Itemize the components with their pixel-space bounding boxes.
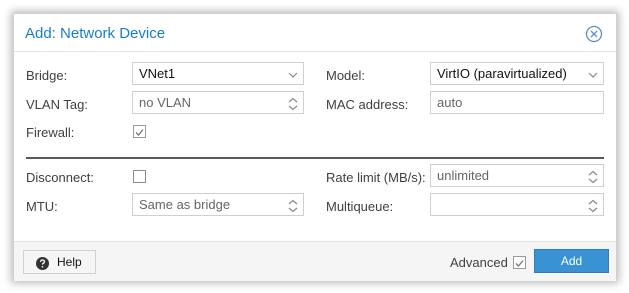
chevron-down-icon[interactable]	[587, 67, 599, 81]
help-button[interactable]: Help	[23, 250, 96, 274]
firewall-checkbox[interactable]	[133, 125, 146, 138]
checkmark-icon	[515, 260, 524, 267]
advanced-label: Advanced	[450, 255, 508, 270]
dialog-title: Add: Network Device	[25, 25, 166, 42]
model-label: Model:	[326, 68, 366, 83]
add-button[interactable]: Add	[534, 249, 609, 273]
checkmark-icon	[135, 129, 144, 136]
section-divider	[26, 157, 604, 159]
question-circle-icon	[36, 255, 49, 270]
mac-address-input[interactable]: auto	[430, 91, 604, 114]
mac-address-placeholder: auto	[437, 95, 463, 110]
vlan-tag-placeholder: no VLAN	[139, 95, 192, 110]
spinner-arrows-icon[interactable]	[287, 198, 299, 213]
rate-limit-label: Rate limit (MB/s):	[326, 170, 426, 185]
model-value: VirtIO (paravirtualized)	[437, 66, 567, 81]
dialog-titlebar: Add: Network Device	[14, 14, 616, 52]
mtu-label: MTU:	[26, 199, 58, 214]
bridge-value: VNet1	[139, 66, 176, 81]
close-icon[interactable]	[585, 25, 603, 43]
chevron-down-icon[interactable]	[287, 67, 299, 81]
add-network-device-dialog: Add: Network Device Bridge: VNet1 Model:…	[13, 13, 617, 281]
multiqueue-label: Multiqueue:	[326, 199, 394, 214]
mtu-spinner[interactable]: Same as bridge	[132, 193, 304, 216]
mac-address-label: MAC address:	[326, 97, 409, 112]
rate-limit-placeholder: unlimited	[437, 168, 490, 183]
rate-limit-spinner[interactable]: unlimited	[430, 164, 604, 187]
dialog-footer: Help Advanced Add	[14, 241, 616, 281]
help-button-label: Help	[57, 255, 82, 269]
bridge-select[interactable]: VNet1	[132, 62, 304, 85]
spinner-arrows-icon[interactable]	[587, 169, 599, 184]
disconnect-checkbox[interactable]	[133, 170, 146, 183]
model-select[interactable]: VirtIO (paravirtualized)	[430, 62, 604, 85]
firewall-label: Firewall:	[26, 125, 75, 140]
spinner-arrows-icon[interactable]	[587, 198, 599, 213]
vlan-tag-spinner[interactable]: no VLAN	[132, 91, 304, 114]
spinner-arrows-icon[interactable]	[287, 96, 299, 111]
advanced-checkbox[interactable]	[513, 256, 526, 269]
vlan-tag-label: VLAN Tag:	[26, 97, 88, 112]
disconnect-label: Disconnect:	[26, 170, 94, 185]
bridge-label: Bridge:	[26, 68, 68, 83]
multiqueue-spinner[interactable]	[430, 193, 604, 216]
mtu-placeholder: Same as bridge	[139, 197, 231, 212]
